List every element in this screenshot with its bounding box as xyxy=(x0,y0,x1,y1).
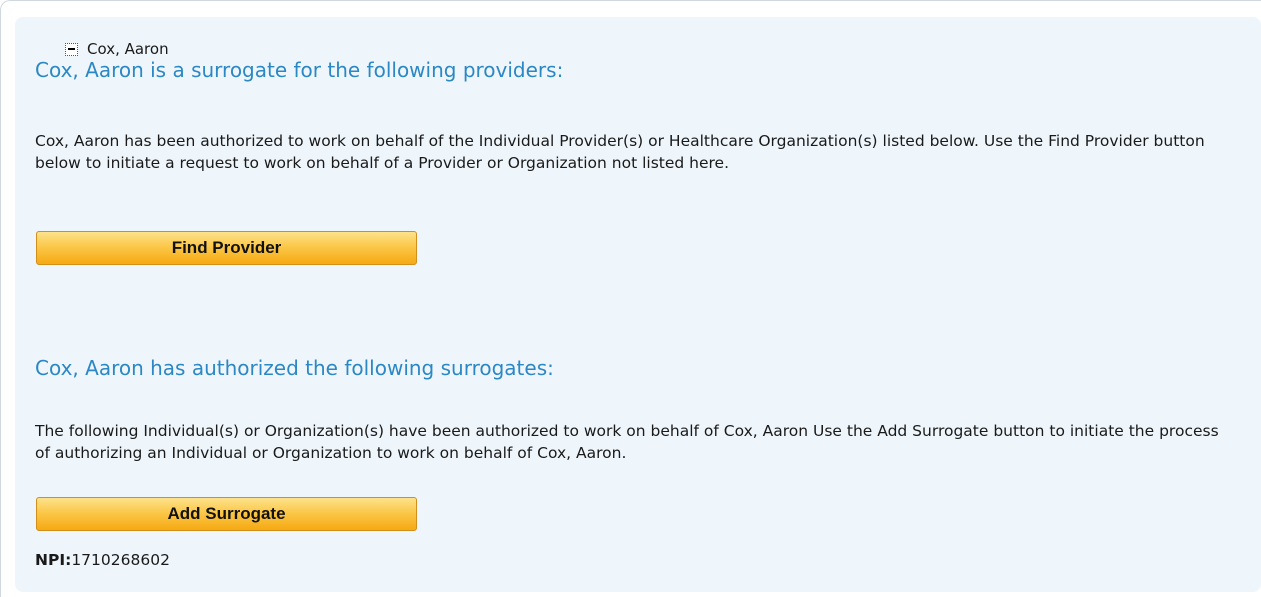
npi-label: NPI: xyxy=(35,551,72,569)
surrogates-heading: Cox, Aaron has authorized the following … xyxy=(35,356,554,380)
tree-node-label[interactable]: Cox, Aaron xyxy=(87,40,169,58)
npi-value: 1710268602 xyxy=(71,551,170,569)
add-surrogate-button[interactable]: Add Surrogate xyxy=(36,497,417,531)
providers-heading: Cox, Aaron is a surrogate for the follow… xyxy=(35,58,564,82)
tree-node-cox-aaron[interactable]: Cox, Aaron xyxy=(65,40,169,58)
minus-icon[interactable] xyxy=(65,42,78,56)
npi-line: NPI:1710268602 xyxy=(35,551,170,569)
surrogate-panel: Cox, Aaron Cox, Aaron is a surrogate for… xyxy=(15,17,1261,592)
find-provider-button[interactable]: Find Provider xyxy=(36,231,417,265)
surrogates-description: The following Individual(s) or Organizat… xyxy=(35,422,1219,462)
providers-description: Cox, Aaron has been authorized to work o… xyxy=(35,132,1205,172)
